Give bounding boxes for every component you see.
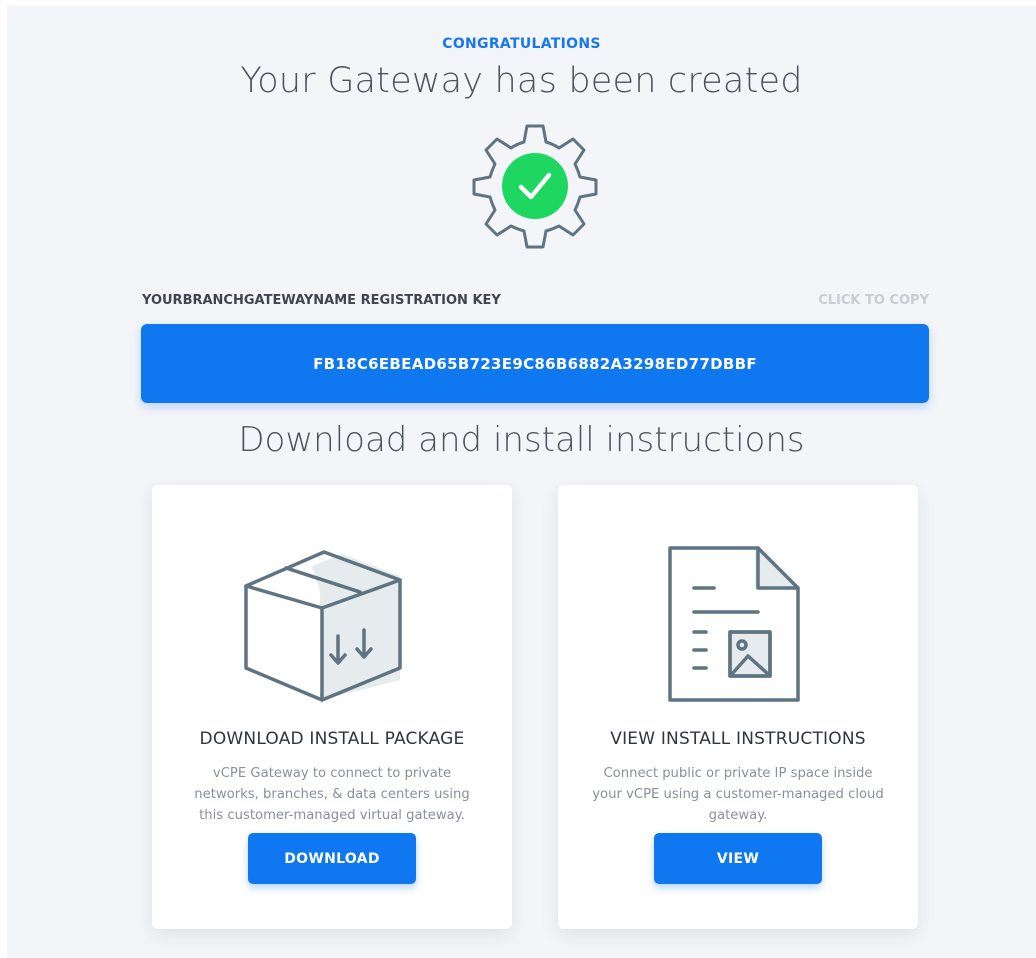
view-card-title: VIEW INSTALL INSTRUCTIONS xyxy=(610,729,866,749)
page-title: Your Gateway has been created xyxy=(240,61,803,101)
download-card-description: vCPE Gateway to connect to private netwo… xyxy=(194,766,470,823)
download-package-card: DOWNLOAD INSTALL PACKAGE vCPE Gateway to… xyxy=(152,485,512,929)
view-button[interactable]: VIEW xyxy=(654,833,822,884)
gear-check-icon xyxy=(469,120,601,252)
registration-key-box[interactable]: FB18C6EBEAD65B723E9C86B6882A3298ED77DBBF xyxy=(141,324,929,403)
download-button[interactable]: DOWNLOAD xyxy=(248,833,416,884)
congratulations-label: CONGRATULATIONS xyxy=(442,36,601,52)
instructions-heading: Download and install instructions xyxy=(238,420,805,460)
registration-key-label: YOURBRANCHGATEWAYNAME REGISTRATION KEY xyxy=(142,293,501,308)
download-card-title: DOWNLOAD INSTALL PACKAGE xyxy=(199,729,465,749)
document-image-icon xyxy=(648,540,828,710)
click-to-copy-link[interactable]: CLICK TO COPY xyxy=(818,293,929,308)
view-card-description: Connect public or private IP space insid… xyxy=(592,766,884,823)
view-instructions-card: VIEW INSTALL INSTRUCTIONS Connect public… xyxy=(558,485,918,929)
package-download-icon xyxy=(242,540,422,710)
registration-key-value: FB18C6EBEAD65B723E9C86B6882A3298ED77DBBF xyxy=(313,354,757,373)
gateway-created-page: CONGRATULATIONS Your Gateway has been cr… xyxy=(7,6,1036,958)
